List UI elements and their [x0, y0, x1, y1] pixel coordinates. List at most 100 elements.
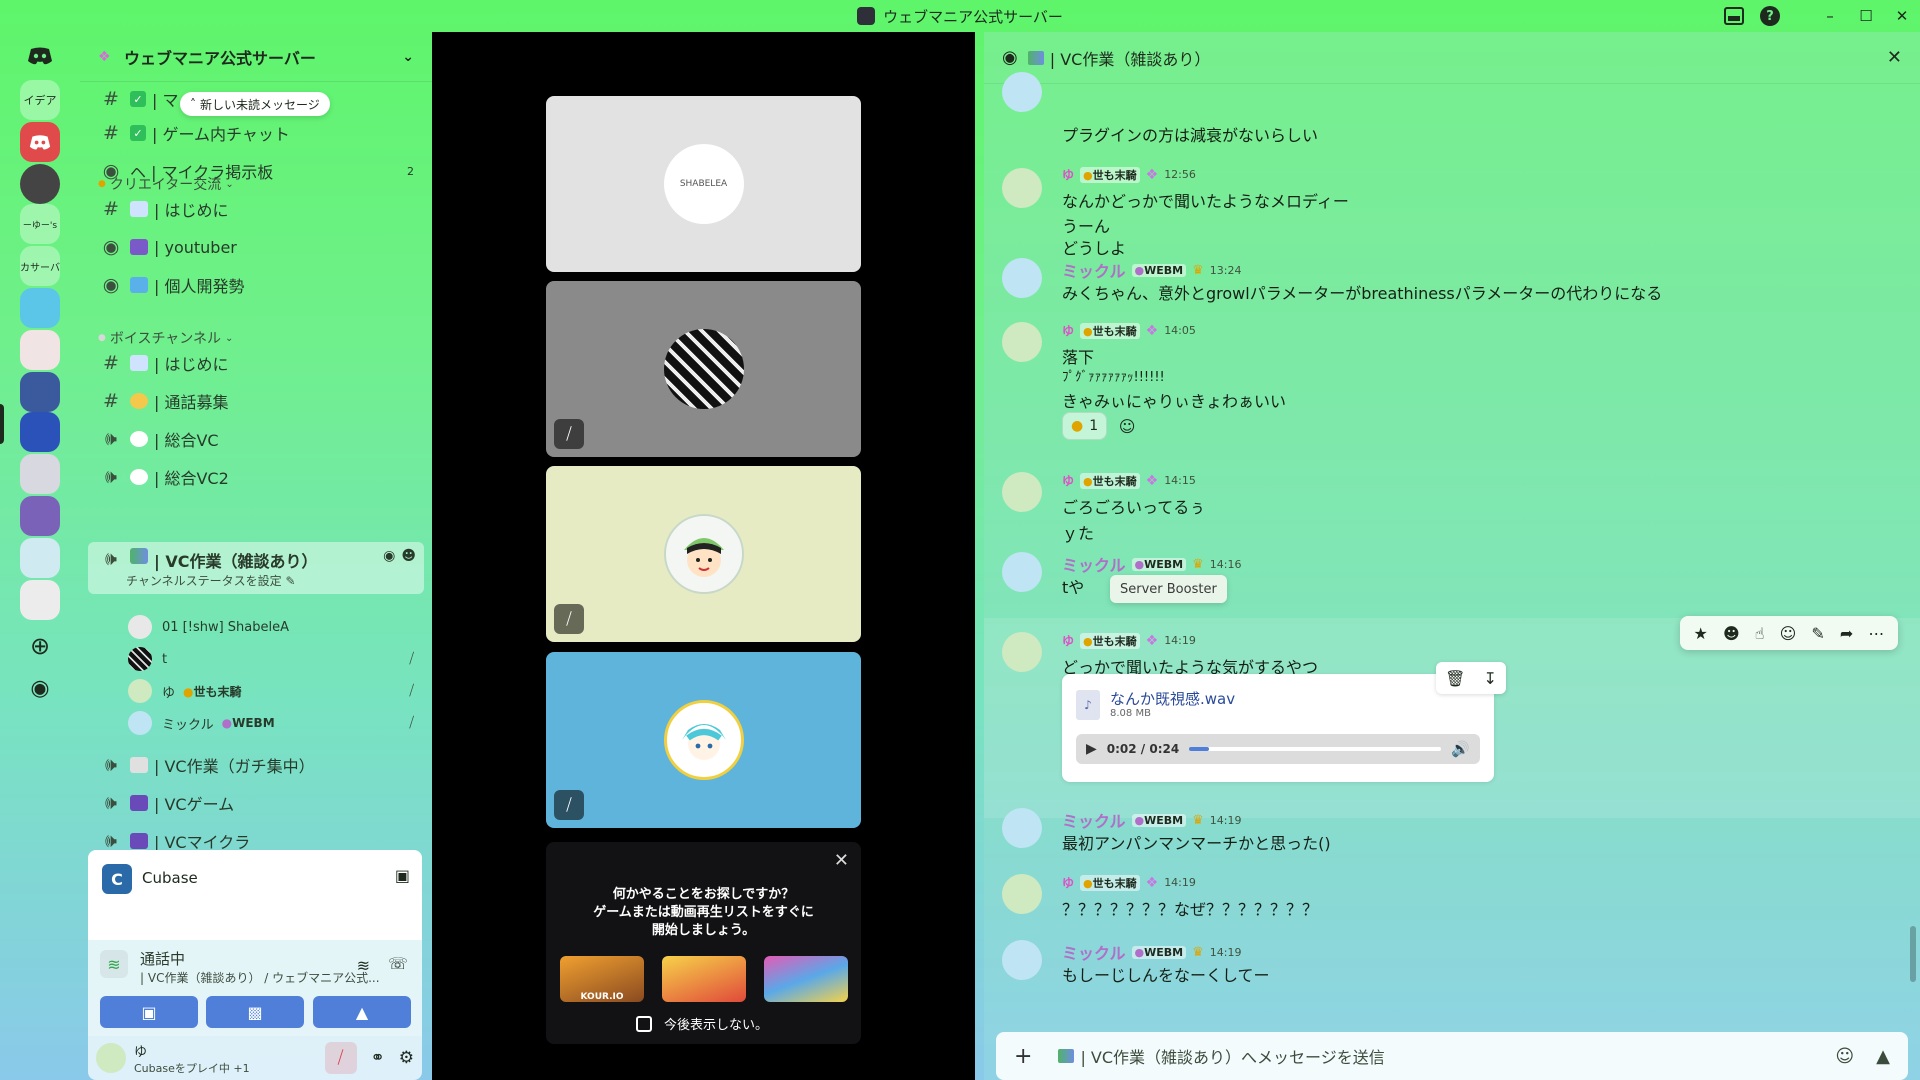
channel-general-vc[interactable]: 🕪 | 総合VC — [88, 422, 424, 456]
maximize-button[interactable]: ☐ — [1848, 0, 1884, 32]
reaction-emoji-icon[interactable]: ★ — [1694, 624, 1708, 643]
plus-icon[interactable]: + — [1014, 1044, 1032, 1069]
username[interactable]: ゆ — [1062, 632, 1074, 649]
username[interactable]: ゆ — [1062, 874, 1074, 891]
play-icon[interactable]: ▶ — [1086, 741, 1097, 757]
camera-button[interactable]: ▣ — [100, 996, 198, 1028]
server-purple[interactable] — [20, 496, 60, 536]
server-discord-red[interactable] — [20, 122, 60, 162]
avatar[interactable] — [1002, 168, 1042, 208]
server-collage[interactable] — [20, 330, 60, 370]
vc-user-shabelea[interactable]: 01 [!shw] ShabeleA — [128, 612, 422, 642]
server-sunglasses[interactable] — [20, 580, 60, 620]
forward-icon[interactable]: ➦ — [1840, 624, 1853, 643]
avatar[interactable] — [1002, 472, 1042, 512]
user-info[interactable]: ゆ Cubaseをプレイ中 +1 — [134, 1041, 250, 1076]
vc-user-t[interactable]: t ⧸ — [128, 644, 422, 674]
avatar[interactable] — [1002, 940, 1042, 980]
boost-icon[interactable]: ❖ — [1146, 167, 1159, 183]
boost-icon[interactable]: ❖ — [1146, 633, 1159, 649]
channel-game-chat[interactable]: # ✓ | ゲーム内チャット — [88, 116, 424, 150]
disconnect-icon[interactable]: ☏ — [388, 954, 408, 973]
message-composer[interactable]: + | VC作業（雑談あり）へメッセージを送信 ☺ ▲ — [996, 1032, 1908, 1080]
video-tile-yu[interactable]: ⧸ — [546, 466, 861, 642]
chat-bubble-icon[interactable]: ◉ — [383, 548, 395, 564]
inbox-button[interactable] — [1716, 0, 1752, 32]
help-button[interactable]: ? — [1752, 0, 1788, 32]
add-reaction-icon[interactable]: ☺ — [1113, 412, 1141, 440]
avatar[interactable] — [1002, 874, 1042, 914]
channel-status-setter[interactable]: チャンネルステータスを設定 ✎ — [126, 572, 296, 589]
edit-icon[interactable]: ✎ — [1811, 624, 1824, 643]
server-header[interactable]: ❖ ウェブマニア公式サーバー ⌄ — [80, 32, 432, 82]
avatar[interactable] — [1002, 552, 1042, 592]
server-yuus[interactable]: ーゆー's — [20, 204, 60, 244]
channel-youtuber[interactable]: ◉ | youtuber — [88, 230, 424, 264]
trash-icon[interactable]: 🗑 — [1445, 669, 1465, 688]
server-avatar-dark[interactable] — [20, 164, 60, 204]
close-icon[interactable]: ✕ — [834, 850, 849, 871]
channel-indie-dev[interactable]: ◉ | 個人開発勢 — [88, 268, 424, 302]
unread-messages-pill[interactable]: ˄ 新しい未読メッセージ — [180, 92, 330, 116]
video-tile-mikkuru[interactable]: ⧸ — [546, 652, 861, 828]
avatar[interactable] — [1002, 808, 1042, 848]
boost-icon[interactable]: ❖ — [1146, 875, 1159, 891]
avatar[interactable] — [1002, 72, 1042, 112]
gear-icon[interactable]: ⚙ — [399, 1048, 414, 1068]
channel-general-vc2[interactable]: 🕪 | 総合VC2 — [88, 460, 424, 494]
discover-button[interactable]: ◉ — [20, 668, 60, 708]
video-tile-shabelea[interactable]: SHABELEA — [546, 96, 861, 272]
close-window-button[interactable]: ✕ — [1884, 0, 1920, 32]
boost-icon[interactable]: ❖ — [1146, 473, 1159, 489]
emoji-icon[interactable]: ☺ — [1835, 1046, 1854, 1067]
server-blue-char[interactable] — [20, 288, 60, 328]
channel-vc-focus[interactable]: 🕪 | VC作業（ガチ集中） — [88, 748, 424, 782]
username[interactable]: ミックル — [1062, 258, 1126, 282]
username[interactable]: ゆ — [1062, 166, 1074, 183]
game-puzzle[interactable] — [662, 956, 746, 1002]
boost-icon[interactable]: ❖ — [1146, 323, 1159, 339]
more-icon[interactable]: ⋯ — [1868, 624, 1884, 643]
attachment-filename[interactable]: なんか既視感.wav — [1110, 688, 1235, 709]
video-tile-t[interactable]: ⧸ — [546, 281, 861, 457]
user-avatar[interactable] — [96, 1043, 126, 1073]
server-building[interactable] — [20, 538, 60, 578]
reaction-thinking[interactable]: ● 1 — [1062, 412, 1108, 440]
server-idea[interactable]: イデア — [20, 80, 60, 120]
screen-share-button[interactable]: ▩ — [206, 996, 304, 1028]
noise-suppression-icon[interactable]: ≋ — [357, 956, 370, 975]
channel-vc-game[interactable]: 🕪 | VCゲーム — [88, 786, 424, 820]
username[interactable]: ミックル — [1062, 940, 1126, 964]
avatar[interactable] — [1002, 258, 1042, 298]
thumbs-up-icon[interactable]: ☝ — [1755, 624, 1765, 643]
channel-vc-work-active[interactable]: 🕪 | VC作業（雑談あり） ◉ ☻ チャンネルステータスを設定 ✎ — [88, 542, 424, 594]
server-webmania[interactable] — [20, 412, 60, 452]
game-colorful[interactable] — [764, 956, 848, 1002]
minimize-button[interactable]: – — [1812, 0, 1848, 32]
category-voice[interactable]: ● ボイスチャンネル ⌄ — [98, 328, 233, 348]
close-icon[interactable]: ✕ — [1887, 47, 1902, 68]
download-icon[interactable]: ↧ — [1484, 669, 1497, 688]
dont-show-again[interactable]: 今後表示しない。 — [636, 1014, 768, 1033]
voice-location[interactable]: | VC作業（雑談あり） / ウェブマニア公式... — [140, 969, 380, 986]
gamepad-icon[interactable]: ▲ — [1876, 1046, 1890, 1067]
add-member-icon[interactable]: ☻ — [401, 548, 416, 564]
username[interactable]: ゆ — [1062, 322, 1074, 339]
vc-user-yu[interactable]: ゆ ●世も末騎 ⧸ — [128, 676, 422, 706]
reaction-emoji-icon[interactable]: ☻ — [1723, 624, 1740, 643]
activities-button[interactable]: ▲ — [313, 996, 411, 1028]
server-suit[interactable] — [20, 372, 60, 412]
category-creator[interactable]: ● クリエイター交流 ⌄ — [98, 174, 234, 194]
username[interactable]: ミックル — [1062, 808, 1126, 832]
mic-muted-icon[interactable]: ⧸ — [324, 1042, 357, 1074]
channel-voice-start[interactable]: # | はじめに — [88, 346, 424, 380]
headphones-icon[interactable]: ⚭ — [371, 1048, 385, 1068]
checkbox[interactable] — [636, 1015, 652, 1032]
audio-seekbar[interactable] — [1189, 747, 1442, 751]
channel-creator-start[interactable]: # | はじめに — [88, 192, 424, 226]
avatar[interactable] — [1002, 632, 1042, 672]
vc-user-mikkuru[interactable]: ミックル ●WEBM ⧸ — [128, 708, 422, 738]
game-kour-io[interactable]: KOUR.IO — [560, 956, 644, 1002]
home-button[interactable] — [20, 36, 60, 76]
avatar[interactable] — [1002, 322, 1042, 362]
